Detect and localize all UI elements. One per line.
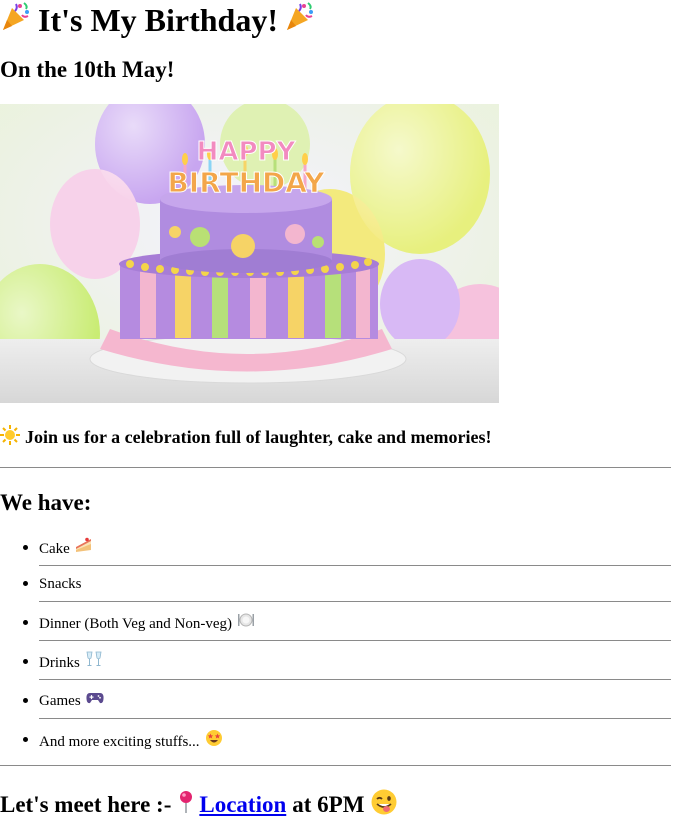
list-item-label: Cake — [39, 540, 70, 557]
divider — [0, 467, 671, 468]
meet-time: at 6PM — [292, 792, 365, 817]
bullet — [23, 545, 28, 550]
invitation-label: Join us for a celebration full of laught… — [25, 426, 492, 447]
item-divider — [39, 640, 671, 641]
cake-sign-line-1: HAPPY — [197, 137, 297, 167]
list-item-label: And more exciting stuffs... — [39, 733, 200, 750]
location-link-label: Location — [199, 792, 287, 817]
bullet — [23, 659, 28, 664]
birthday-cake-image: HAPPY BIRTHDAY — [0, 104, 499, 403]
list-item: Cake — [0, 530, 671, 566]
location-link[interactable]: Location — [177, 790, 286, 820]
list-item-label: Dinner (Both Veg and Non-veg) — [39, 615, 233, 632]
title-text: It's My Birthday! — [38, 2, 278, 38]
party-popper-icon — [0, 0, 32, 41]
list-item: Dinner (Both Veg and Non-veg) — [0, 605, 671, 641]
divider — [0, 765, 671, 766]
list-item: And more exciting stuffs... — [0, 722, 671, 758]
subtitle: On the 10th May! — [0, 57, 175, 82]
item-divider — [39, 718, 671, 719]
menu-heading: We have: — [0, 490, 92, 515]
list-item: Snacks — [0, 566, 671, 602]
cake-slice-icon — [75, 537, 93, 560]
list-item-label: Games — [39, 693, 81, 709]
sun-icon — [0, 424, 20, 450]
meet-info: Let's meet here :- Location at 6PM — [0, 787, 398, 823]
game-controller-icon — [86, 690, 104, 712]
meet-prefix: Let's meet here :- — [0, 792, 172, 817]
item-divider — [39, 601, 671, 602]
bullet — [23, 620, 28, 625]
winking-tongue-face-icon — [370, 788, 398, 822]
list-item-label: Snacks — [39, 576, 82, 592]
invitation-text: Join us for a celebration full of laught… — [0, 424, 492, 450]
party-popper-icon — [284, 0, 316, 41]
plate-icon — [237, 612, 255, 635]
bullet — [23, 698, 28, 703]
list-item-label: Drinks — [39, 654, 80, 671]
page-title: It's My Birthday! — [0, 0, 316, 40]
list-item: Games — [0, 683, 671, 719]
list-item: Drinks — [0, 644, 671, 680]
pushpin-icon — [177, 790, 195, 820]
star-struck-face-icon — [205, 729, 223, 754]
item-divider — [39, 679, 671, 680]
bullet — [23, 737, 28, 742]
bullet — [23, 581, 28, 586]
cake-sign-line-2: BIRTHDAY — [167, 166, 325, 199]
champagne-glasses-icon — [85, 651, 103, 674]
